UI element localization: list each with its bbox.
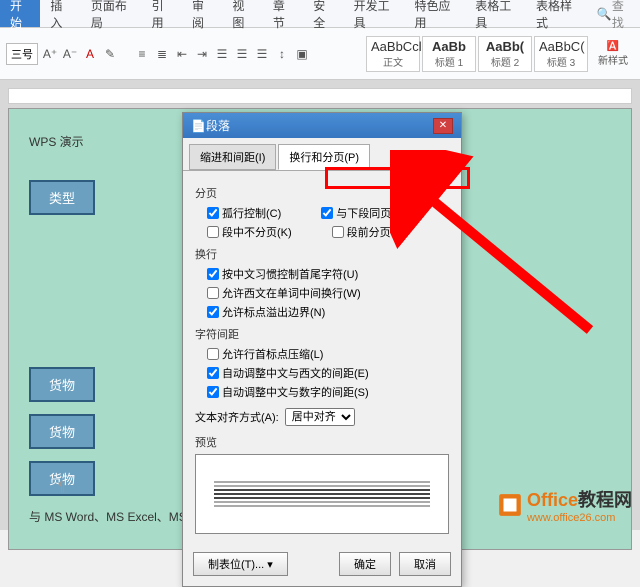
tab-security[interactable]: 安全	[303, 0, 343, 27]
decrease-font-icon[interactable]: A⁻	[62, 46, 78, 62]
line-spacing-icon[interactable]: ↕	[274, 46, 290, 62]
new-style-icon: 🅰️	[607, 41, 619, 52]
checkbox-cjk-punct[interactable]: 按中文习惯控制首尾字符(U)	[207, 266, 358, 282]
align-select[interactable]: 居中对齐	[285, 408, 355, 426]
table-cell-goods2[interactable]: 货物	[29, 414, 95, 449]
tab-special[interactable]: 特色应用	[404, 0, 465, 27]
group-wrap: 换行	[195, 246, 449, 262]
tab-dev[interactable]: 开发工具	[344, 0, 405, 27]
tab-insert[interactable]: 插入	[40, 0, 80, 27]
align-left-icon[interactable]: ☰	[214, 46, 230, 62]
ruler[interactable]	[8, 88, 632, 104]
font-size-select[interactable]: 三号	[6, 43, 38, 65]
style-h3[interactable]: AaBbC( 标题 3	[534, 36, 588, 72]
table-cell-goods1[interactable]: 货物	[29, 367, 95, 402]
dialog-close-button[interactable]: ✕	[433, 118, 453, 134]
fill-color-icon[interactable]: ▣	[294, 46, 310, 62]
preview-label: 预览	[195, 434, 449, 450]
align-label: 文本对齐方式(A):	[195, 409, 279, 425]
checkbox-hang-punct[interactable]: 允许标点溢出边界(N)	[207, 304, 325, 320]
dialog-body: 分页 孤行控制(C) 与下段同页(X) 段中不分页(K) 段前分页(B) 换行 …	[183, 170, 461, 546]
checkbox-cjk-number[interactable]: 自动调整中文与数字的间距(S)	[207, 384, 369, 400]
style-h2[interactable]: AaBb( 标题 2	[478, 36, 532, 72]
ok-button[interactable]: 确定	[339, 552, 391, 576]
paragraph-dialog: 📄 段落 ✕ 缩进和间距(I) 换行和分页(P) 分页 孤行控制(C) 与下段同…	[182, 112, 462, 587]
tab-view[interactable]: 视图	[222, 0, 262, 27]
search-box[interactable]: 🔍 查找	[587, 0, 640, 31]
dialog-tabs: 缩进和间距(I) 换行和分页(P)	[183, 138, 461, 170]
dialog-tab-indent[interactable]: 缩进和间距(I)	[189, 144, 276, 170]
style-gallery: AaBbCcl 正文 AaBb 标题 1 AaBb( 标题 2 AaBbC( 标…	[366, 36, 588, 72]
toolbar: 三号 A⁺ A⁻ A ✎ ≡ ≣ ⇤ ⇥ ☰ ☰ ☰ ↕ ▣ AaBbCcl 正…	[0, 28, 640, 80]
tab-table-style[interactable]: 表格样式	[526, 0, 587, 27]
dialog-footer: 制表位(T)... 确定 取消	[183, 546, 461, 586]
dialog-titlebar[interactable]: 📄 段落 ✕	[183, 113, 461, 138]
checkbox-orphan[interactable]: 孤行控制(C)	[207, 205, 281, 221]
group-paging: 分页	[195, 185, 449, 201]
checkbox-next-page[interactable]: 与下段同页(X)	[321, 205, 406, 221]
paragraph-mark-icon: ¶	[58, 478, 66, 494]
tab-review[interactable]: 审阅	[182, 0, 222, 27]
font-color-icon[interactable]: A	[82, 46, 98, 62]
dialog-title-text: 段落	[206, 117, 230, 134]
numbering-icon[interactable]: ≣	[154, 46, 170, 62]
ribbon-tabs: 开始 插入 页面布局 引用 审阅 视图 章节 安全 开发工具 特色应用 表格工具…	[0, 0, 640, 28]
indent-right-icon[interactable]: ⇥	[194, 46, 210, 62]
checkbox-compress[interactable]: 允许行首标点压缩(L)	[207, 346, 323, 362]
search-icon: 🔍	[597, 7, 612, 21]
preview-box	[195, 454, 449, 534]
watermark-url: www.office26.com	[527, 512, 632, 524]
office-logo-icon	[497, 492, 523, 518]
cancel-button[interactable]: 取消	[399, 552, 451, 576]
dialog-tab-pagination[interactable]: 换行和分页(P)	[278, 144, 370, 170]
highlight-icon[interactable]: ✎	[102, 46, 118, 62]
indent-left-icon[interactable]: ⇤	[174, 46, 190, 62]
watermark: Office教程网 www.office26.com	[497, 486, 632, 524]
checkbox-break-before[interactable]: 段前分页(B)	[332, 224, 406, 240]
align-center-icon[interactable]: ☰	[234, 46, 250, 62]
align-right-icon[interactable]: ☰	[254, 46, 270, 62]
tab-layout[interactable]: 页面布局	[81, 0, 142, 27]
tab-references[interactable]: 引用	[142, 0, 182, 27]
search-label: 查找	[612, 0, 630, 31]
increase-font-icon[interactable]: A⁺	[42, 46, 58, 62]
dialog-icon: 📄	[191, 119, 206, 133]
tab-chapter[interactable]: 章节	[263, 0, 303, 27]
style-body[interactable]: AaBbCcl 正文	[366, 36, 420, 72]
style-h1[interactable]: AaBb 标题 1	[422, 36, 476, 72]
checkbox-latin-wrap[interactable]: 允许西文在单词中间换行(W)	[207, 285, 361, 301]
tab-home[interactable]: 开始	[0, 0, 40, 27]
bullets-icon[interactable]: ≡	[134, 46, 150, 62]
new-style-button[interactable]: 🅰️ 新样式	[592, 39, 634, 69]
checkbox-no-break[interactable]: 段中不分页(K)	[207, 224, 292, 240]
tabstop-button[interactable]: 制表位(T)...	[193, 552, 288, 576]
checkbox-cjk-latin[interactable]: 自动调整中文与西文的间距(E)	[207, 365, 369, 381]
tab-table-tools[interactable]: 表格工具	[465, 0, 526, 27]
group-spacing: 字符间距	[195, 326, 449, 342]
table-cell-type[interactable]: 类型	[29, 180, 95, 215]
